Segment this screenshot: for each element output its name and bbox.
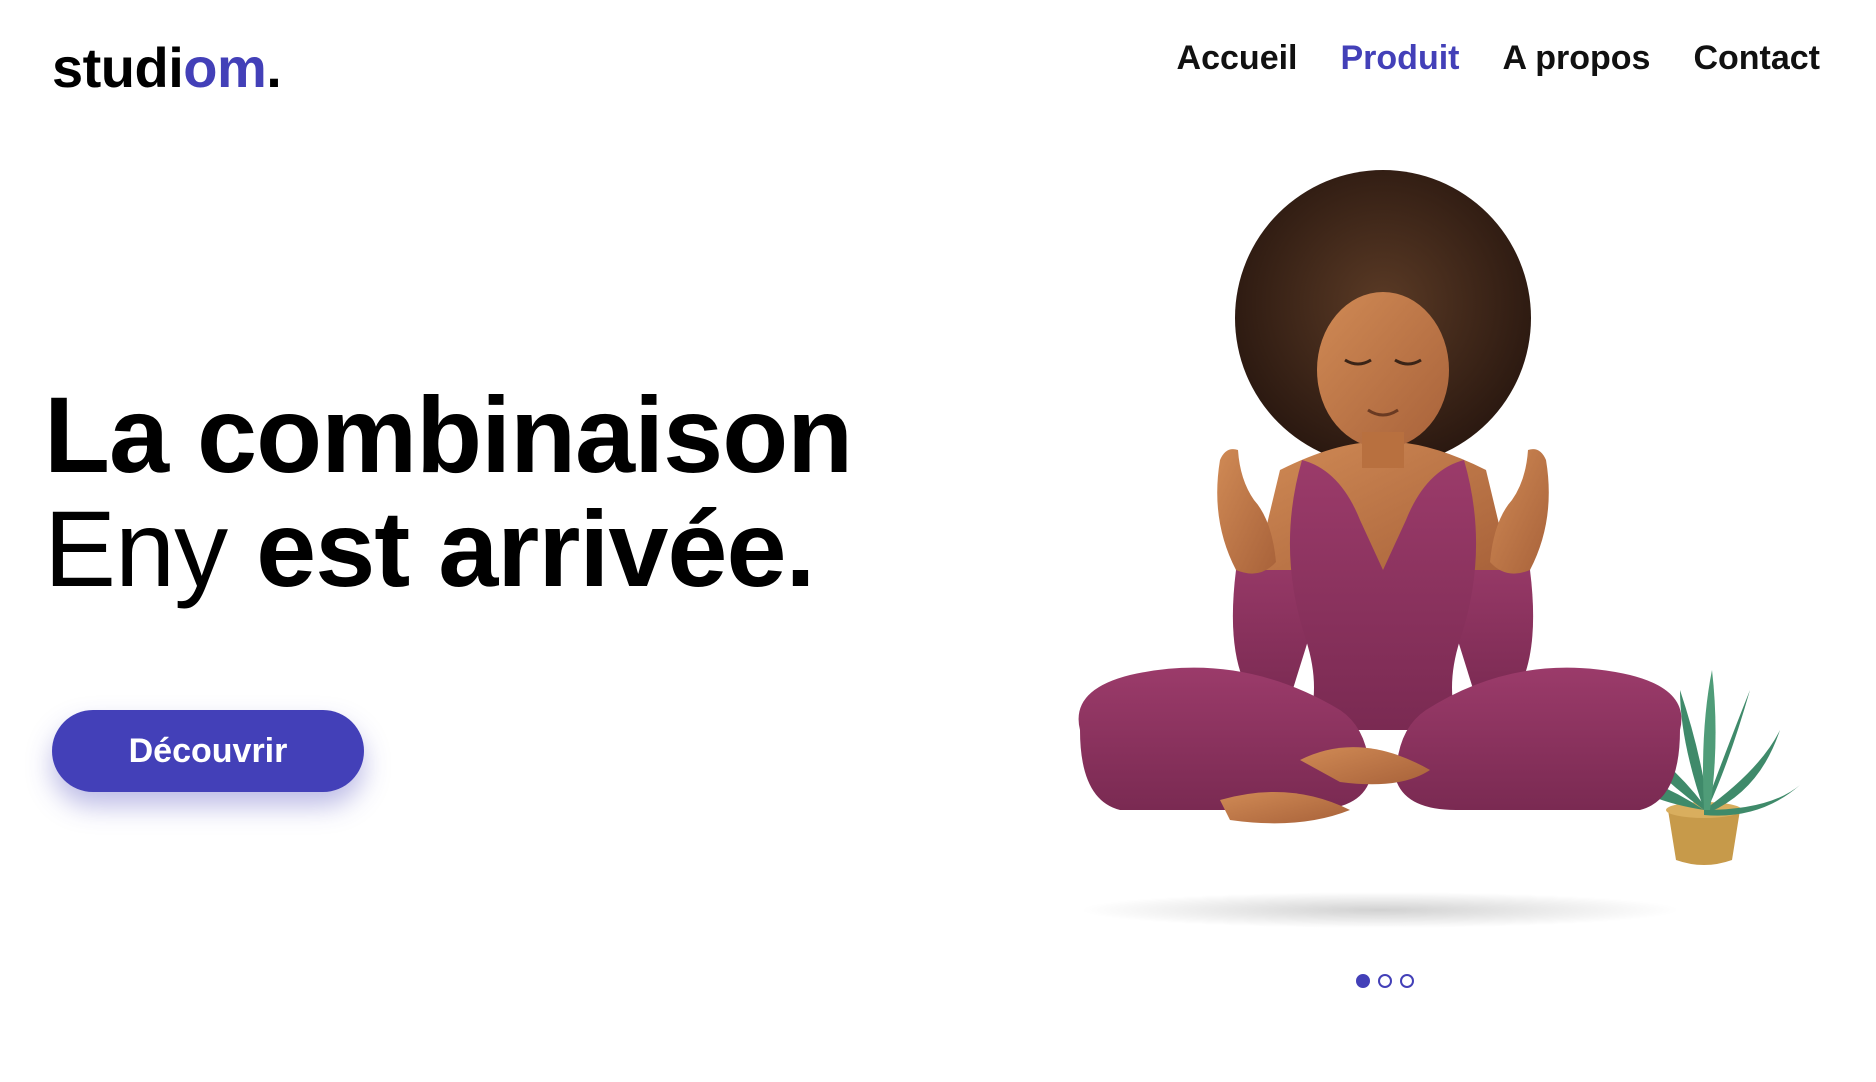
discover-button[interactable]: Découvrir — [52, 710, 364, 792]
nav-contact[interactable]: Contact — [1693, 38, 1820, 79]
hero-line-2: Eny est arrivée. — [44, 492, 852, 606]
carousel-dot-1[interactable] — [1356, 974, 1370, 988]
nav-produit[interactable]: Produit — [1341, 38, 1460, 79]
hero-product-name: Eny — [44, 488, 228, 609]
logo-text-main: studi — [52, 36, 184, 99]
main-nav: Accueil Produit A propos Contact — [1177, 38, 1820, 79]
carousel-dot-3[interactable] — [1400, 974, 1414, 988]
hero-tagline-end: est arrivée. — [256, 488, 815, 609]
logo-dot: . — [266, 36, 282, 99]
logo-text-accent: om — [183, 36, 267, 99]
nav-accueil[interactable]: Accueil — [1177, 38, 1298, 79]
face — [1317, 292, 1449, 448]
yoga-woman-illustration — [1078, 170, 1800, 928]
landing-page: studiom. Accueil Produit A propos Contac… — [0, 0, 1876, 1082]
floor-shadow — [1080, 892, 1680, 928]
carousel-indicators — [1356, 974, 1414, 988]
carousel-dot-2[interactable] — [1378, 974, 1392, 988]
brand-logo[interactable]: studiom. — [52, 34, 282, 101]
nav-a-propos[interactable]: A propos — [1502, 38, 1650, 79]
hero-line-1: La combinaison — [44, 374, 853, 495]
hero-headline: La combinaison Eny est arrivée. — [44, 374, 853, 606]
